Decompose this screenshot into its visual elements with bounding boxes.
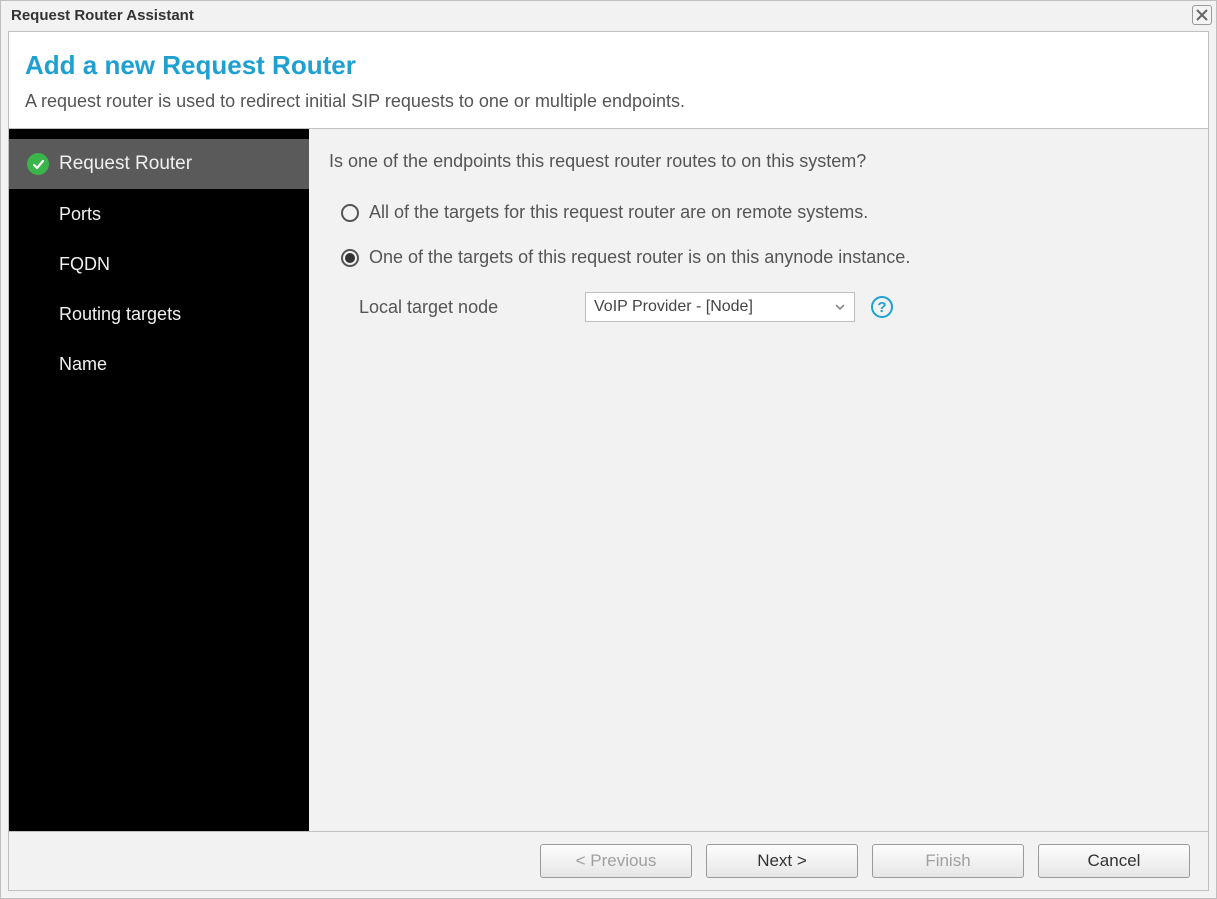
header-panel: Add a new Request Router A request route… bbox=[8, 31, 1209, 129]
local-target-select[interactable]: VoIP Provider - [Node] bbox=[585, 292, 855, 322]
local-target-field: Local target node VoIP Provider - [Node]… bbox=[359, 292, 1188, 322]
chevron-down-icon bbox=[834, 301, 846, 313]
step-label: Name bbox=[59, 354, 107, 375]
window-title: Request Router Assistant bbox=[11, 7, 194, 24]
step-request-router[interactable]: Request Router bbox=[9, 139, 309, 189]
step-label: Request Router bbox=[59, 153, 192, 175]
close-icon bbox=[1196, 9, 1208, 21]
titlebar: Request Router Assistant bbox=[1, 1, 1216, 29]
step-label: FQDN bbox=[59, 254, 110, 275]
footer: < Previous Next > Finish Cancel bbox=[8, 831, 1209, 891]
radio-icon[interactable] bbox=[341, 204, 359, 222]
step-ports[interactable]: Ports bbox=[9, 189, 309, 239]
page-title: Add a new Request Router bbox=[25, 50, 1192, 81]
step-label: Routing targets bbox=[59, 304, 181, 325]
help-icon[interactable]: ? bbox=[871, 296, 893, 318]
cancel-button[interactable]: Cancel bbox=[1038, 844, 1190, 878]
page-description: A request router is used to redirect ini… bbox=[25, 91, 1192, 112]
radio-icon[interactable] bbox=[341, 249, 359, 267]
local-target-label: Local target node bbox=[359, 297, 569, 318]
select-value: VoIP Provider - [Node] bbox=[594, 298, 753, 316]
option-remote-targets[interactable]: All of the targets for this request rout… bbox=[341, 202, 1188, 223]
option-local-target[interactable]: One of the targets of this request route… bbox=[341, 247, 1188, 268]
step-fqdn[interactable]: FQDN bbox=[9, 239, 309, 289]
wizard-window: Request Router Assistant Add a new Reque… bbox=[0, 0, 1217, 899]
body: Request Router Ports FQDN Routing target… bbox=[8, 129, 1209, 831]
question-text: Is one of the endpoints this request rou… bbox=[329, 151, 1188, 172]
check-icon bbox=[27, 153, 49, 175]
radio-label: All of the targets for this request rout… bbox=[369, 202, 868, 223]
finish-button[interactable]: Finish bbox=[872, 844, 1024, 878]
step-routing-targets[interactable]: Routing targets bbox=[9, 289, 309, 339]
step-label: Ports bbox=[59, 204, 101, 225]
next-button[interactable]: Next > bbox=[706, 844, 858, 878]
step-name[interactable]: Name bbox=[9, 339, 309, 389]
close-button[interactable] bbox=[1192, 5, 1212, 25]
content-panel: Is one of the endpoints this request rou… bbox=[309, 129, 1208, 831]
previous-button[interactable]: < Previous bbox=[540, 844, 692, 878]
radio-label: One of the targets of this request route… bbox=[369, 247, 910, 268]
wizard-steps-sidebar: Request Router Ports FQDN Routing target… bbox=[9, 129, 309, 831]
